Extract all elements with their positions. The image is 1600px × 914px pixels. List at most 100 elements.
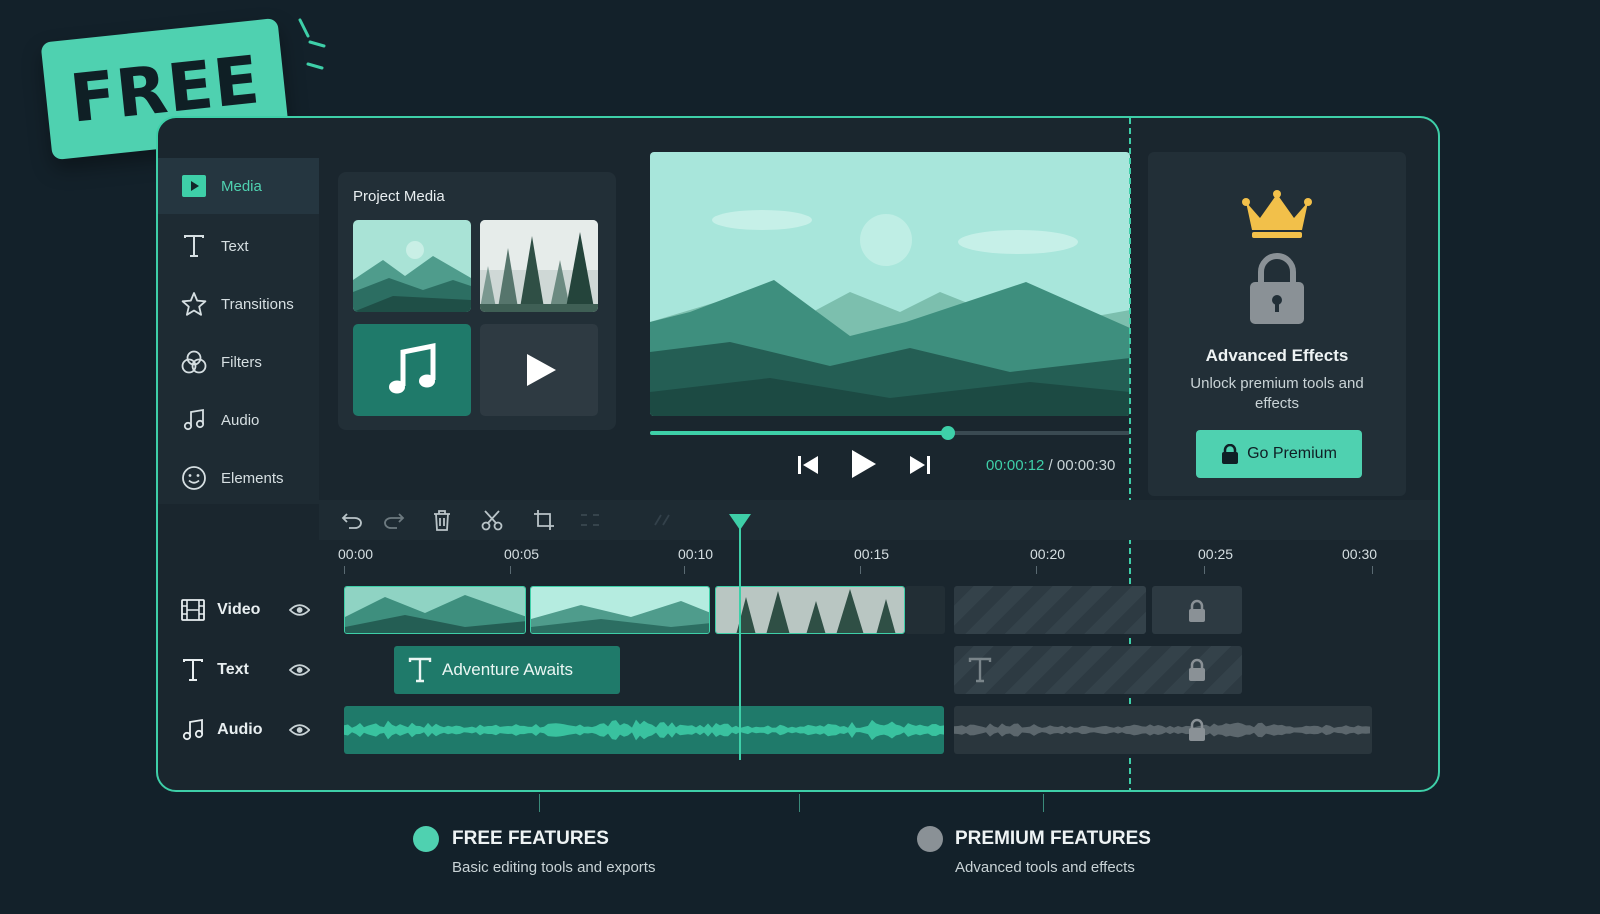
free-legend-title: FREE FEATURES	[452, 828, 609, 849]
track-label: Video	[217, 601, 261, 618]
track-header-video: Video	[180, 590, 310, 630]
text-clip-label: Adventure Awaits	[442, 660, 574, 679]
media-play-icon	[181, 173, 207, 199]
premium-panel: Advanced Effects Unlock premium tools an…	[1148, 152, 1406, 496]
free-legend-dot	[413, 826, 439, 852]
sidebar-item-label: Transitions	[221, 295, 294, 313]
sidebar-item-label: Audio	[221, 411, 260, 429]
ruler-tick-label: 00:30	[1342, 546, 1378, 562]
locked-video-clip[interactable]	[1152, 586, 1242, 634]
skip-back-icon[interactable]	[796, 454, 820, 476]
time-separator: /	[1044, 457, 1057, 474]
sidebar-item-media[interactable]: Media	[158, 158, 319, 214]
video-gap	[905, 586, 945, 634]
timecode: 00:00:12 / 00:00:30	[986, 457, 1115, 474]
play-icon[interactable]	[850, 448, 878, 480]
timeline-toolbar	[319, 500, 1438, 540]
go-premium-button[interactable]: Go Premium	[1196, 430, 1362, 478]
premium-legend-subtitle: Advanced tools and effects	[955, 859, 1135, 876]
locked-text-clip[interactable]	[954, 646, 1242, 694]
sidebar-item-label: Media	[221, 177, 262, 195]
current-time: 00:00:12	[986, 457, 1045, 474]
ruler-tick-label: 00:20	[1030, 546, 1066, 562]
smiley-icon	[181, 465, 207, 491]
connector-line	[539, 794, 540, 812]
ruler-tick-label: 00:25	[1198, 546, 1234, 562]
locked-audio-clip[interactable]	[954, 706, 1372, 754]
undo-icon[interactable]	[339, 508, 365, 532]
video-clip[interactable]	[530, 586, 710, 634]
free-legend-subtitle: Basic editing tools and exports	[452, 859, 656, 876]
text-t-icon	[408, 657, 432, 683]
video-preview[interactable]	[650, 152, 1130, 416]
premium-title: Advanced Effects	[1205, 346, 1349, 365]
star-icon	[181, 291, 207, 317]
connector-line	[1043, 794, 1044, 812]
playback-progress[interactable]	[650, 426, 1130, 440]
go-premium-label: Go Premium	[1247, 445, 1337, 462]
sidebar-item-label: Text	[221, 237, 249, 255]
ruler-tick	[344, 566, 345, 574]
trash-icon[interactable]	[429, 508, 455, 532]
text-t-icon	[180, 657, 205, 683]
ruler-tick	[1036, 566, 1037, 574]
ruler-tick-label: 00:00	[338, 546, 374, 562]
film-icon	[180, 597, 205, 623]
locked-video-clip[interactable]	[954, 586, 1146, 634]
sidebar-item-audio[interactable]: Audio	[158, 392, 319, 448]
progress-knob[interactable]	[940, 426, 955, 440]
eye-icon[interactable]	[288, 662, 310, 678]
media-thumb-audio[interactable]	[353, 324, 471, 416]
connector-line	[799, 794, 800, 812]
crown-icon	[1242, 190, 1312, 238]
ruler-tick	[1372, 566, 1373, 574]
track-header-text: Text	[180, 650, 310, 690]
video-clip[interactable]	[344, 586, 526, 634]
sidebar-item-elements[interactable]: Elements	[158, 450, 319, 506]
music-note-icon	[181, 407, 207, 433]
filters-circles-icon	[181, 349, 207, 375]
split-icon[interactable]	[577, 508, 603, 532]
sidebar-item-label: Filters	[221, 353, 262, 371]
sidebar-item-label: Elements	[221, 469, 284, 487]
rotate-icon[interactable]	[649, 508, 675, 532]
editor-window: Media Text Transitions Filters Audio Ele…	[156, 116, 1440, 792]
eye-icon[interactable]	[288, 722, 310, 738]
lock-icon	[1250, 253, 1304, 324]
playhead-handle-icon[interactable]	[729, 514, 751, 532]
playhead[interactable]	[739, 514, 741, 760]
audio-waveform	[954, 722, 1370, 738]
lock-icon	[1189, 718, 1205, 741]
ruler-tick-label: 00:10	[678, 546, 714, 562]
total-time: 00:00:30	[1056, 457, 1116, 474]
ruler-tick	[860, 566, 861, 574]
ruler-tick-label: 00:05	[504, 546, 540, 562]
eye-icon[interactable]	[288, 602, 310, 618]
skip-forward-icon[interactable]	[908, 454, 932, 476]
premium-legend-dot	[917, 826, 943, 852]
lock-icon	[1189, 658, 1205, 681]
media-thumb-forest[interactable]	[480, 220, 598, 312]
premium-subtitle: Unlock premium tools and effects	[1190, 375, 1364, 412]
ruler-tick	[1204, 566, 1205, 574]
play-icon	[527, 354, 556, 386]
scissors-icon[interactable]	[479, 508, 505, 532]
audio-waveform	[344, 719, 944, 741]
lock-icon	[1222, 444, 1239, 464]
lock-icon	[1189, 599, 1205, 622]
sparkle-icon	[298, 18, 326, 70]
media-thumb-mountains[interactable]	[353, 220, 471, 312]
music-note-icon	[180, 717, 205, 743]
redo-icon[interactable]	[381, 508, 407, 532]
sidebar-item-filters[interactable]: Filters	[158, 334, 319, 390]
audio-clip[interactable]	[344, 706, 944, 754]
track-label: Text	[217, 661, 249, 678]
sidebar-item-transitions[interactable]: Transitions	[158, 276, 319, 332]
project-media-title: Project Media	[353, 188, 445, 205]
text-clip[interactable]: Adventure Awaits	[394, 646, 620, 694]
music-note-icon	[389, 342, 436, 394]
media-thumb-video[interactable]	[480, 324, 598, 416]
video-clip[interactable]	[715, 586, 905, 634]
crop-icon[interactable]	[531, 508, 557, 532]
sidebar-item-text[interactable]: Text	[158, 218, 319, 274]
